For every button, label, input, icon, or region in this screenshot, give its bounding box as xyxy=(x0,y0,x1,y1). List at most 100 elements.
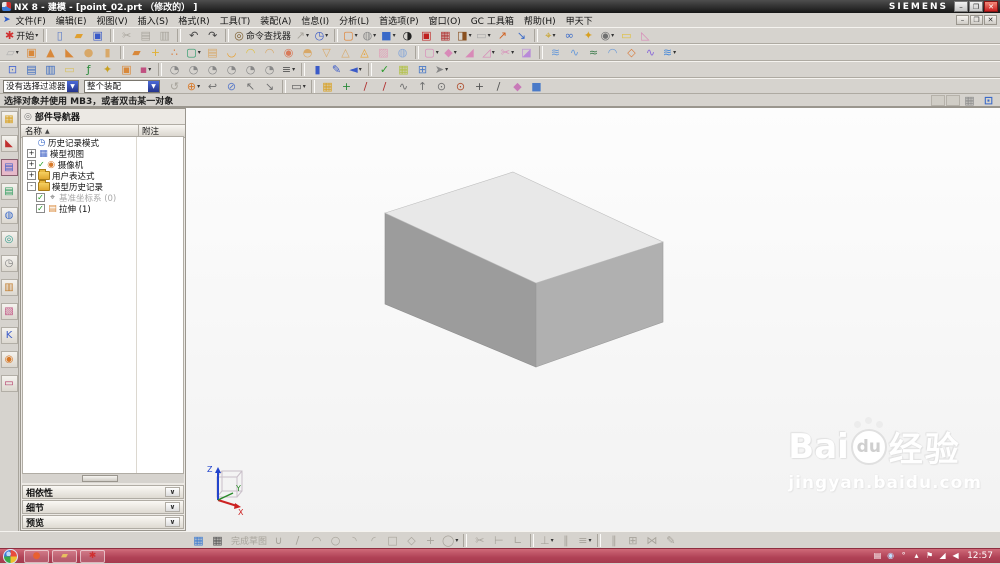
sweep-button[interactable]: ◠ xyxy=(242,45,259,60)
menu-item-5[interactable]: 工具(T) xyxy=(215,14,256,27)
sheet-check-button[interactable]: ▦ xyxy=(395,62,412,77)
rectangle-button[interactable]: □ xyxy=(384,533,401,548)
point-set-button[interactable]: ∴ xyxy=(166,45,183,60)
point-button[interactable]: + xyxy=(422,533,439,548)
cut-button[interactable]: ✂ xyxy=(118,28,135,43)
fillet-button[interactable]: ◜ xyxy=(365,533,382,548)
dropdown-arrow-icon[interactable]: ▾ xyxy=(551,537,554,544)
network-icon[interactable]: ◢ xyxy=(936,549,949,564)
groups-tab[interactable]: ◉ xyxy=(0,351,18,368)
show-hide-button[interactable]: ◉ ▾ xyxy=(599,28,616,43)
copy-object-button[interactable]: ↘ xyxy=(513,28,530,43)
rectangle-select-button[interactable]: ▭ ▾ xyxy=(290,79,307,94)
view-cube-button[interactable]: ■ ▾ xyxy=(380,28,397,43)
point-on-surface-button[interactable]: ◆ xyxy=(509,79,526,94)
part-navigator-tab[interactable]: ▤ xyxy=(0,159,18,176)
dropdown-arrow-icon[interactable]: ▾ xyxy=(292,66,295,73)
make-corner-button[interactable]: ∟ xyxy=(509,533,526,548)
customize-button[interactable]: ▪ ▾ xyxy=(137,62,154,77)
layer-visible-button[interactable]: ▥ xyxy=(42,62,59,77)
block-button[interactable]: ▣ xyxy=(23,45,40,60)
pad-button[interactable]: △ xyxy=(337,45,354,60)
dropdown-arrow-icon[interactable]: ▾ xyxy=(445,66,448,73)
dropdown-arrow-icon[interactable]: ▾ xyxy=(355,32,358,39)
dropdown-arrow-icon[interactable]: ▾ xyxy=(552,32,555,39)
existing-point-button[interactable]: + xyxy=(471,79,488,94)
render-style-6-button[interactable]: ◔ xyxy=(261,62,278,77)
grid-button[interactable]: ⊞ xyxy=(414,62,431,77)
volume-icon[interactable]: ◀ xyxy=(949,549,962,564)
arc-button[interactable]: ◠ xyxy=(308,533,325,548)
dropdown-arrow-icon[interactable]: ▾ xyxy=(325,32,328,39)
arc-center-button[interactable]: ⊙ xyxy=(433,79,450,94)
menu-item-13[interactable]: 甲天下 xyxy=(561,14,598,27)
tools-button[interactable]: ✦ xyxy=(99,62,116,77)
select-handle-button[interactable]: ↖ xyxy=(242,79,259,94)
snap-point-settings-button[interactable]: + xyxy=(338,79,355,94)
through-curves-button[interactable]: ≈ xyxy=(585,45,602,60)
dropdown-arrow-icon[interactable]: ▾ xyxy=(393,32,396,39)
arc-3pt-button[interactable]: ◝ xyxy=(346,533,363,548)
mirror-curve-button[interactable]: ⋈ xyxy=(643,533,660,548)
polygon-button[interactable]: ◇ xyxy=(403,533,420,548)
constraint-navigator-tab[interactable]: ◣ xyxy=(0,135,18,152)
menu-item-6[interactable]: 装配(A) xyxy=(255,14,296,27)
select-handle2-button[interactable]: ↘ xyxy=(261,79,278,94)
sheet-body-button[interactable]: ▨ xyxy=(375,45,392,60)
part-module-button[interactable]: ▣ xyxy=(118,62,135,77)
pen-button[interactable]: ✎ xyxy=(328,62,345,77)
ellipse-button[interactable]: ◯ ▾ xyxy=(441,533,459,548)
emboss-button[interactable]: ◬ xyxy=(356,45,373,60)
profile-button[interactable]: ∪ xyxy=(270,533,287,548)
dependencies-panel[interactable]: 相依性 ∨ xyxy=(22,485,184,499)
screenshot-button[interactable]: ▢ ▾ xyxy=(342,28,359,43)
dropdown-arrow-icon[interactable]: ▾ xyxy=(488,32,491,39)
dropdown-arrow-icon[interactable]: ▼ xyxy=(67,80,78,92)
check-mate-button[interactable]: ✓ xyxy=(376,62,393,77)
bounded-plane-button[interactable]: ■ xyxy=(528,79,545,94)
tree-item-datum-csys[interactable]: ✓ ⌖ 基准坐标系 (0) xyxy=(23,192,183,204)
new-button[interactable]: ▯ xyxy=(51,28,68,43)
dropdown-arrow-icon[interactable]: ▼ xyxy=(148,80,159,92)
mid-point-button[interactable]: / xyxy=(376,79,393,94)
menu-item-9[interactable]: 首选项(P) xyxy=(374,14,423,27)
swept-button[interactable]: ∿ xyxy=(566,45,583,60)
dropdown-arrow-icon[interactable]: ▾ xyxy=(492,49,495,56)
dropdown-arrow-icon[interactable]: ▾ xyxy=(469,32,472,39)
studio-surface-button[interactable]: ∿ xyxy=(642,45,659,60)
boss-button[interactable]: ◓ xyxy=(299,45,316,60)
annotation-button[interactable]: ▭ xyxy=(61,62,78,77)
datum-axis-button[interactable]: + xyxy=(147,45,164,60)
snapshot-button[interactable]: ▦ xyxy=(961,93,978,108)
save-button[interactable]: ▣ xyxy=(89,28,106,43)
draft-button[interactable]: ◿ ▾ xyxy=(480,45,497,60)
start-orb[interactable] xyxy=(3,548,18,564)
tree-item-user-expressions[interactable]: + 用户表达式 xyxy=(23,169,183,182)
tree-item-model-views[interactable]: + ▦ 模型视图 xyxy=(23,148,183,160)
sketch-env-button[interactable]: ▦ xyxy=(190,533,207,548)
system-materials-tab[interactable]: ◷ xyxy=(0,255,18,272)
quadrant-point-button[interactable]: ⊙ xyxy=(452,79,469,94)
render-style-3-button[interactable]: ◔ xyxy=(204,62,221,77)
dropdown-arrow-icon[interactable]: ▾ xyxy=(454,49,457,56)
chevron-down-icon[interactable]: ∨ xyxy=(165,517,180,527)
taskbar-explorer-button[interactable]: ▰ xyxy=(52,549,77,563)
finish-sketch-button[interactable]: 完成草图 xyxy=(228,533,268,548)
menu-item-12[interactable]: 帮助(H) xyxy=(519,14,561,27)
history-palette-button[interactable]: ◷ ▾ xyxy=(313,28,330,43)
measure-button[interactable]: ▭ xyxy=(618,28,635,43)
dropdown-arrow-icon[interactable]: ▾ xyxy=(16,49,19,56)
graphics-window[interactable]: Z X Y Bai du 经验 jingyan.baidu.com xyxy=(186,108,1000,531)
cone-button[interactable]: ▲ xyxy=(42,45,59,60)
four-point-surface-button[interactable]: ≋ xyxy=(547,45,564,60)
tree-item-extrude[interactable]: ✓ ▤ 拉伸 (1) xyxy=(23,203,183,215)
chevron-down-icon[interactable]: ∨ xyxy=(165,502,180,512)
copy-button[interactable]: ▤ xyxy=(137,28,154,43)
dropdown-arrow-icon[interactable]: ▾ xyxy=(359,66,362,73)
dropdown-arrow-icon[interactable]: ▾ xyxy=(148,66,151,73)
circle-button[interactable]: ○ xyxy=(327,533,344,548)
render-style-5-button[interactable]: ◔ xyxy=(242,62,259,77)
dropdown-arrow-icon[interactable]: ▾ xyxy=(35,32,38,39)
tree-expander-icon[interactable]: + xyxy=(27,171,36,180)
taskbar-nx-button[interactable]: ✱ xyxy=(80,549,105,563)
